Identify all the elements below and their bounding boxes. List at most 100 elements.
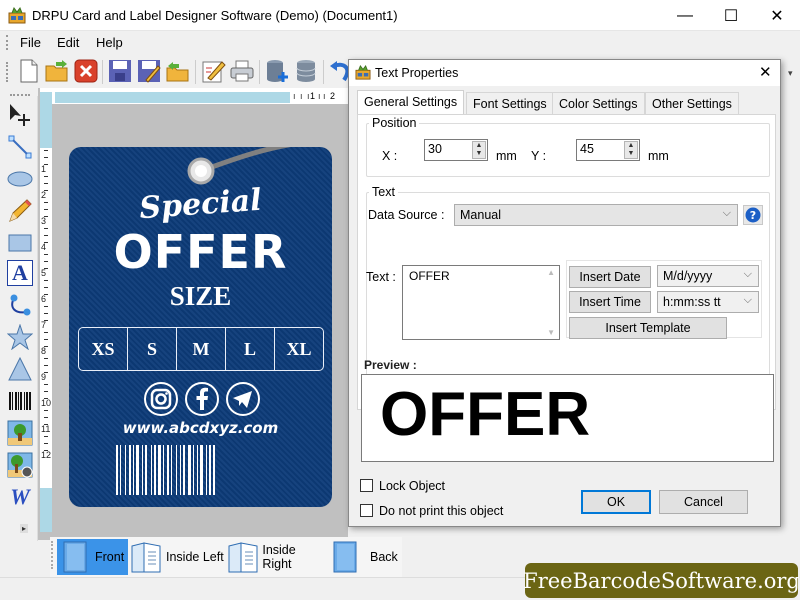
save-as-icon[interactable] — [136, 58, 162, 84]
menu-bar: File Edit Help — [0, 31, 800, 54]
export-icon[interactable] — [165, 58, 191, 84]
scroll-up-icon[interactable]: ▲ — [547, 268, 555, 277]
ruler-tick — [44, 235, 48, 236]
arc-icon[interactable] — [7, 292, 33, 318]
tab-general-settings[interactable]: General Settings — [357, 90, 465, 115]
lock-object-checkbox[interactable] — [360, 479, 373, 492]
star-icon[interactable] — [7, 324, 33, 350]
help-button[interactable]: ? — [743, 205, 763, 225]
line-icon[interactable] — [7, 134, 33, 160]
save-icon[interactable] — [107, 58, 133, 84]
dialog-app-icon — [355, 64, 371, 83]
text-icon[interactable]: A — [7, 260, 33, 286]
close-document-icon[interactable] — [73, 58, 99, 84]
chevron-down-icon: ⌵ — [743, 294, 752, 306]
ellipse-icon[interactable] — [7, 166, 33, 192]
toolbar-grip — [6, 62, 9, 82]
edit-icon[interactable] — [200, 58, 226, 84]
cancel-button[interactable]: Cancel — [659, 490, 748, 514]
data-source-dropdown[interactable]: Manual ⌵ — [454, 204, 738, 226]
x-position-field[interactable]: 30 ▲ ▼ — [424, 139, 488, 161]
triangle-icon[interactable] — [7, 356, 33, 382]
text-properties-dialog: Text Properties ✕ General Settings Font … — [348, 59, 781, 527]
tag-website: www.abcdxyz.com — [122, 419, 279, 437]
pencil-icon[interactable] — [7, 198, 33, 224]
picture-library-icon[interactable] — [7, 452, 33, 478]
ruler-tick-label: 11 — [41, 424, 51, 434]
text-label: Text : — [366, 270, 396, 284]
do-not-print-checkbox[interactable] — [360, 504, 373, 517]
minimize-button[interactable]: — — [662, 0, 708, 31]
y-position-field[interactable]: 45 ▲ ▼ — [576, 139, 640, 161]
size-cell: M — [177, 328, 226, 370]
barcode-bar — [213, 445, 215, 495]
tab-color-settings[interactable]: Color Settings — [552, 92, 645, 114]
menu-grip — [6, 35, 9, 50]
insert-template-button[interactable]: Insert Template — [569, 317, 727, 339]
y-unit: mm — [648, 149, 669, 163]
print-icon[interactable] — [229, 58, 255, 84]
expand-tools-icon[interactable]: ▸ — [20, 524, 29, 533]
page-inside-right-button[interactable]: Inside Right — [227, 539, 327, 575]
chevron-down-icon: ⌵ — [743, 268, 752, 280]
barcode-bar — [145, 445, 147, 495]
barcode-bar — [136, 445, 139, 495]
ruler-tick — [44, 242, 48, 243]
size-cell: L — [226, 328, 275, 370]
word-art-icon[interactable]: W — [7, 484, 33, 510]
tag-design[interactable]: Special OFFER SIZE XS S M L XL www.abcdx… — [69, 147, 332, 507]
toolbar-separator — [102, 60, 103, 84]
barcode-bar — [167, 445, 169, 495]
insert-time-button[interactable]: Insert Time — [569, 291, 651, 313]
page-back-button[interactable]: Back — [332, 539, 398, 575]
new-document-icon[interactable] — [16, 58, 42, 84]
database-icon[interactable] — [293, 58, 319, 84]
tab-other-settings[interactable]: Other Settings — [645, 92, 739, 114]
ruler-tick-label: 3 — [41, 216, 47, 226]
ruler-tick — [44, 358, 48, 359]
maximize-button[interactable]: ☐ — [708, 0, 754, 31]
ruler-tick-label: 2 — [41, 190, 47, 200]
barcode-icon[interactable] — [7, 388, 33, 414]
page-front-button[interactable]: Front — [57, 539, 128, 575]
ruler-tick — [44, 157, 48, 158]
book-closed-icon — [333, 541, 357, 573]
ruler-tick — [44, 150, 48, 151]
rectangle-icon[interactable] — [7, 230, 33, 256]
barcode-bar — [129, 445, 131, 495]
y-spin-arrows[interactable]: ▲ ▼ — [624, 141, 638, 159]
svg-text:?: ? — [750, 209, 756, 222]
time-format-dropdown[interactable]: h:mm:ss tt ⌵ — [657, 291, 759, 313]
ok-button[interactable]: OK — [581, 490, 651, 514]
dialog-close-button[interactable]: ✕ — [759, 63, 772, 81]
page-inside-left-button[interactable]: Inside Left — [130, 539, 224, 575]
scroll-down-icon[interactable]: ▼ — [547, 328, 555, 337]
x-spin-arrows[interactable]: ▲ ▼ — [472, 141, 486, 159]
text-input-area[interactable]: OFFER ▲ ▼ — [402, 265, 560, 340]
pointer-move-icon[interactable] — [7, 102, 33, 128]
ruler-tick — [44, 450, 48, 451]
ruler-tick — [44, 202, 48, 203]
database-add-icon[interactable] — [264, 58, 290, 84]
app-icon — [8, 6, 26, 24]
menu-edit[interactable]: Edit — [57, 35, 79, 50]
close-button[interactable]: ✕ — [754, 0, 800, 31]
menu-file[interactable]: File — [20, 35, 41, 50]
picture-icon[interactable] — [7, 420, 33, 446]
ruler-tick — [44, 216, 48, 217]
menu-help[interactable]: Help — [96, 35, 123, 50]
barcode-bar — [171, 445, 172, 495]
ruler-tick — [44, 228, 48, 229]
book-open-icon — [228, 542, 258, 573]
barcode-bar — [209, 445, 211, 495]
toolbar-overflow-icon[interactable]: ▾ — [788, 68, 798, 82]
tab-font-settings[interactable]: Font Settings — [466, 92, 554, 114]
ruler-tick — [44, 410, 48, 411]
size-cell: XL — [286, 338, 312, 359]
ruler-tick — [44, 209, 48, 210]
date-format-dropdown[interactable]: M/d/yyyy ⌵ — [657, 265, 759, 287]
insert-date-button[interactable]: Insert Date — [569, 266, 651, 288]
ruler-tick — [44, 436, 48, 437]
open-folder-icon[interactable] — [44, 58, 70, 84]
ruler-tick-label: 4 — [41, 242, 47, 252]
